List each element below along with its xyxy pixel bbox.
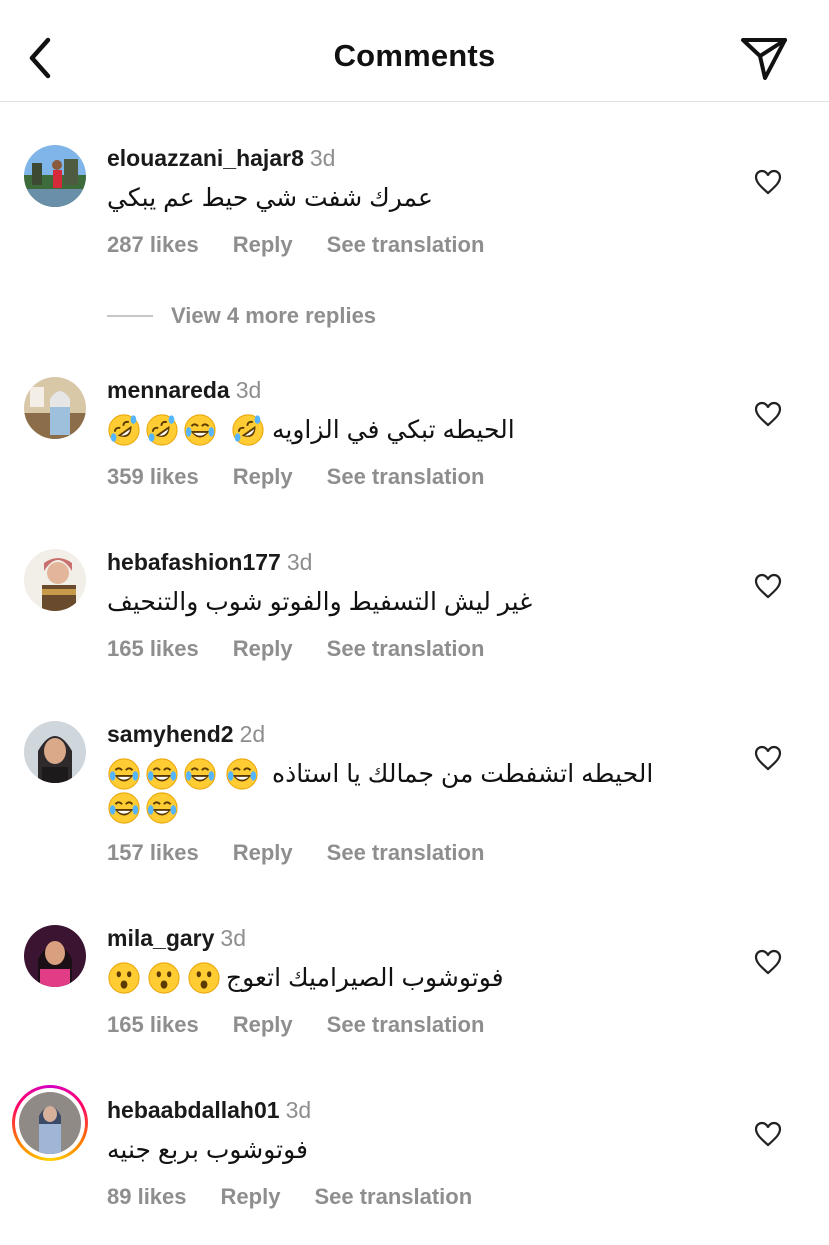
profile-photo: [19, 1092, 81, 1154]
username[interactable]: samyhend2: [107, 721, 234, 747]
emoji-row: [107, 791, 179, 825]
comment-text: فوتوشوب الصيراميك اتعوج: [226, 964, 504, 992]
reply-button[interactable]: Reply: [233, 636, 293, 662]
avatar: [19, 1092, 81, 1154]
heart-icon[interactable]: [754, 949, 782, 975]
hushed-emoji-icon: [147, 961, 181, 995]
see-translation-button[interactable]: See translation: [327, 840, 485, 866]
likes-count[interactable]: 89 likes: [107, 1184, 187, 1210]
reply-button[interactable]: Reply: [233, 464, 293, 490]
hushed-emoji-icon: [107, 961, 141, 995]
username[interactable]: hebaabdallah01: [107, 1097, 280, 1123]
profile-photo: [24, 377, 86, 439]
timestamp: 3d: [220, 925, 246, 951]
timestamp: 3d: [235, 377, 262, 403]
joy-emoji-icon: [107, 757, 141, 791]
timestamp: 3d: [285, 1097, 312, 1123]
heart-icon[interactable]: [754, 1121, 782, 1147]
heart-icon[interactable]: [754, 401, 782, 427]
emoji-row: [107, 757, 259, 791]
profile-photo: [24, 145, 86, 207]
heart-icon[interactable]: [754, 573, 782, 599]
heart-icon[interactable]: [754, 169, 782, 195]
avatar[interactable]: [24, 721, 86, 783]
profile-photo: [24, 925, 86, 987]
reply-button[interactable]: Reply: [233, 840, 293, 866]
profile-photo: [24, 549, 86, 611]
avatar[interactable]: [24, 145, 86, 207]
avatar-story-ring[interactable]: [12, 1085, 88, 1161]
joy-emoji-icon: [107, 791, 141, 825]
comment-text: عمرك شفت شي حيط عم يبكي: [107, 184, 433, 212]
page-title: Comments: [333, 38, 496, 73]
avatar[interactable]: [24, 925, 86, 987]
rofl-emoji-icon: [231, 413, 265, 447]
joy-emoji-icon: [183, 757, 217, 791]
username[interactable]: hebafashion177: [107, 549, 281, 575]
view-more-replies[interactable]: View 4 more replies: [107, 303, 376, 329]
paper-plane-icon: [741, 38, 787, 80]
emoji-row: [107, 961, 221, 995]
joy-emoji-icon: [145, 791, 179, 825]
timestamp: 3d: [286, 549, 313, 575]
comment-text: فوتوشوب بربع جنيه: [107, 1136, 308, 1164]
hushed-emoji-icon: [187, 961, 221, 995]
likes-count[interactable]: 165 likes: [107, 636, 199, 662]
emoji-row: [107, 413, 265, 447]
timestamp: 3d: [309, 145, 336, 171]
rofl-emoji-icon: [145, 413, 179, 447]
timestamp: 2d: [239, 721, 266, 747]
view-more-replies-label: View 4 more replies: [171, 303, 377, 328]
see-translation-button[interactable]: See translation: [327, 636, 485, 662]
joy-emoji-icon: [145, 757, 179, 791]
profile-photo: [24, 721, 86, 783]
see-translation-button[interactable]: See translation: [327, 1012, 485, 1038]
see-translation-button[interactable]: See translation: [327, 464, 485, 490]
likes-count[interactable]: 157 likes: [107, 840, 199, 866]
comment-text: الحيطه اتشفطت من جمالك يا استاذه: [272, 760, 654, 788]
see-translation-button[interactable]: See translation: [327, 232, 485, 258]
username[interactable]: elouazzani_hajar8: [107, 145, 304, 171]
username[interactable]: mila_gary: [107, 925, 214, 951]
likes-count[interactable]: 359 likes: [107, 464, 199, 490]
likes-count[interactable]: 165 likes: [107, 1012, 199, 1038]
username[interactable]: mennareda: [107, 377, 230, 403]
comment-text: غير ليش التسفيط والفوتو شوب والتنحيف: [107, 588, 533, 616]
story-ring-gap: [15, 1088, 85, 1158]
share-button[interactable]: [738, 34, 790, 82]
avatar[interactable]: [24, 549, 86, 611]
avatar[interactable]: [24, 377, 86, 439]
see-translation-button[interactable]: See translation: [314, 1184, 472, 1210]
reply-button[interactable]: Reply: [233, 1012, 293, 1038]
rofl-emoji-icon: [107, 413, 141, 447]
heart-icon[interactable]: [754, 745, 782, 771]
reply-button[interactable]: Reply: [221, 1184, 281, 1210]
comment-text: الحيطه تبكي في الزاويه: [272, 416, 515, 444]
joy-emoji-icon: [183, 413, 217, 447]
joy-emoji-icon: [225, 757, 259, 791]
divider: [107, 315, 153, 317]
likes-count[interactable]: 287 likes: [107, 232, 199, 258]
reply-button[interactable]: Reply: [233, 232, 293, 258]
header: Comments: [0, 0, 829, 102]
